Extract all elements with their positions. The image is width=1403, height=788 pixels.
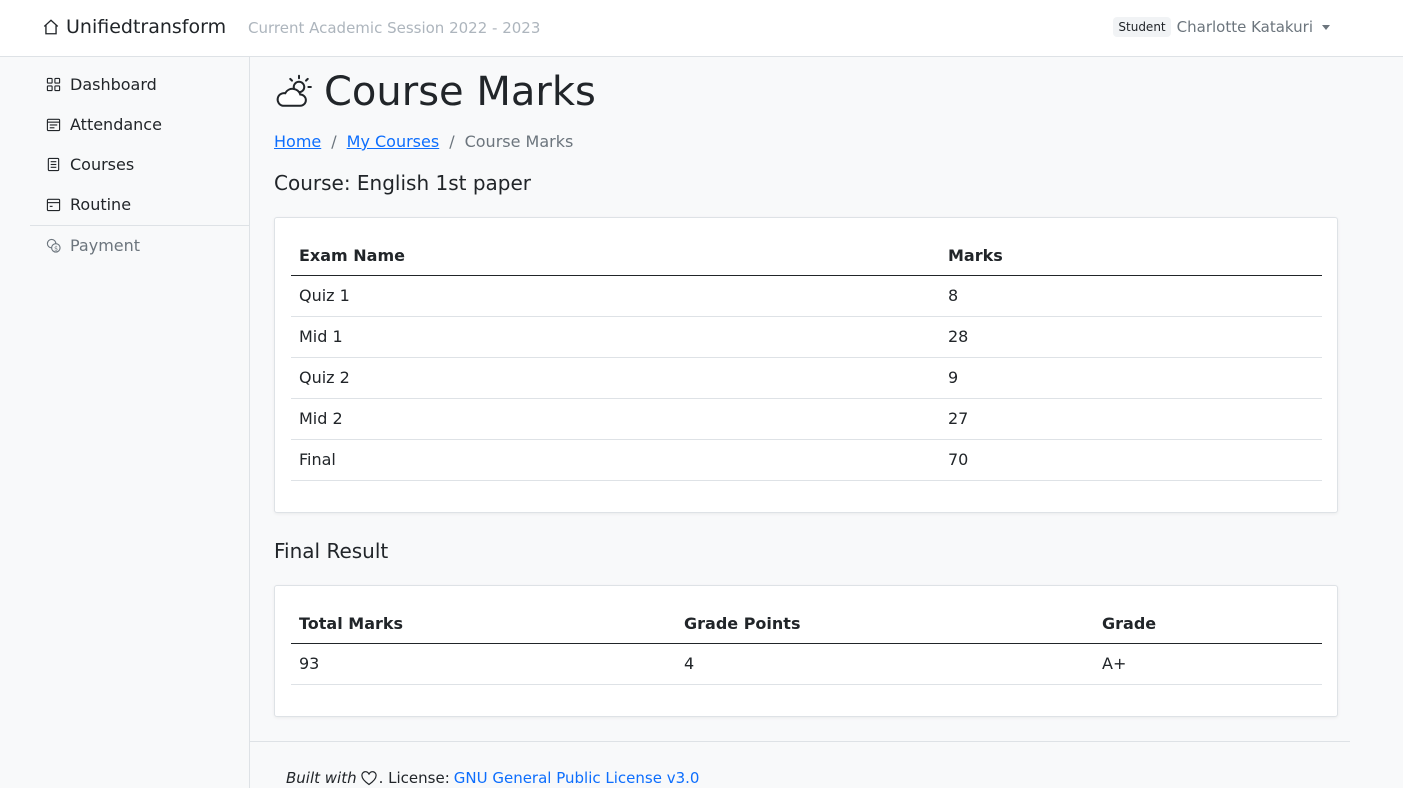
page-title-text: Course Marks	[324, 69, 596, 115]
table-header-row: Exam Name Marks	[291, 234, 1322, 276]
sidebar-item-label: Dashboard	[70, 75, 157, 94]
table-row: Quiz 1 8	[291, 275, 1322, 317]
sidebar-item-label: Courses	[70, 155, 135, 174]
course-heading: Course: English 1st paper	[274, 171, 532, 195]
breadcrumb-separator: /	[449, 132, 455, 151]
journal-icon	[47, 157, 60, 172]
license-link[interactable]: GNU General Public License v3.0	[454, 769, 700, 787]
total-marks-cell: 93	[291, 643, 676, 685]
license-prefix: . License:	[378, 769, 450, 787]
table-row: 93 4 A+	[291, 643, 1322, 685]
coin-icon: $	[46, 238, 61, 253]
breadcrumb: Home / My Courses / Course Marks	[274, 132, 573, 151]
chevron-down-icon[interactable]	[1322, 24, 1330, 30]
cloud-sun-icon	[276, 74, 312, 107]
sidebar-item-dashboard[interactable]: Dashboard	[46, 75, 157, 94]
calendar-check-icon	[46, 118, 61, 132]
svg-text:$: $	[54, 245, 58, 252]
user-menu[interactable]: Student Charlotte Katakuri	[1113, 17, 1330, 37]
marks-card: Exam Name Marks Quiz 1 8 Mid 1 28 Quiz 2…	[274, 217, 1338, 513]
sidebar-item-label: Routine	[70, 195, 132, 214]
marks-cell: 70	[940, 439, 1322, 481]
table-row: Quiz 2 9	[291, 357, 1322, 399]
marks-cell: 9	[940, 357, 1322, 399]
calendar-icon	[46, 198, 61, 212]
exam-name-cell: Final	[291, 439, 940, 481]
column-header-exam-name: Exam Name	[291, 234, 940, 276]
final-result-heading: Final Result	[274, 539, 389, 563]
table-row: Mid 1 28	[291, 316, 1322, 358]
grid-icon	[46, 77, 61, 92]
column-header-grade-points: Grade Points	[676, 602, 1094, 644]
footer: Built with . License: GNU General Public…	[250, 741, 1350, 787]
exam-name-cell: Quiz 1	[291, 275, 940, 317]
column-header-total-marks: Total Marks	[291, 602, 676, 644]
footer-text: Built with . License: GNU General Public…	[286, 769, 699, 787]
sidebar-item-routine[interactable]: Routine	[46, 195, 131, 214]
role-badge: Student	[1113, 17, 1171, 37]
page-title: Course Marks	[274, 69, 596, 115]
sidebar: Dashboard Attendance Courses Routine $ P…	[0, 57, 250, 788]
breadcrumb-my-courses[interactable]: My Courses	[347, 132, 440, 151]
brand-name: Unifiedtransform	[66, 16, 227, 38]
house-icon	[43, 19, 59, 35]
sidebar-item-attendance[interactable]: Attendance	[46, 115, 162, 134]
column-header-grade: Grade	[1094, 602, 1322, 644]
marks-cell: 8	[940, 275, 1322, 317]
column-header-marks: Marks	[940, 234, 1322, 276]
brand-link[interactable]: Unifiedtransform	[42, 16, 226, 38]
sidebar-item-courses[interactable]: Courses	[46, 155, 134, 174]
heart-icon	[360, 770, 377, 785]
marks-cell: 27	[940, 398, 1322, 440]
sidebar-item-label: Attendance	[70, 115, 162, 134]
marks-cell: 28	[940, 316, 1322, 358]
exam-name-cell: Mid 2	[291, 398, 940, 440]
top-navbar: Unifiedtransform Current Academic Sessio…	[0, 0, 1403, 57]
built-with-text: Built with	[286, 769, 357, 787]
final-result-table: Total Marks Grade Points Grade 93 4 A+	[291, 602, 1322, 685]
grade-points-cell: 4	[676, 643, 1094, 685]
exam-name-cell: Quiz 2	[291, 357, 940, 399]
final-result-card: Total Marks Grade Points Grade 93 4 A+	[274, 585, 1338, 717]
user-name[interactable]: Charlotte Katakuri	[1177, 18, 1313, 36]
marks-table: Exam Name Marks Quiz 1 8 Mid 1 28 Quiz 2…	[291, 234, 1322, 481]
main-content: Course Marks Home / My Courses / Course …	[250, 57, 1403, 788]
grade-cell: A+	[1094, 643, 1322, 685]
sidebar-item-label: Payment	[70, 236, 141, 255]
table-row: Mid 2 27	[291, 398, 1322, 440]
sidebar-divider	[30, 225, 249, 226]
table-header-row: Total Marks Grade Points Grade	[291, 602, 1322, 644]
academic-session: Current Academic Session 2022 - 2023	[248, 19, 541, 37]
table-row: Final 70	[291, 439, 1322, 481]
exam-name-cell: Mid 1	[291, 316, 940, 358]
breadcrumb-separator: /	[331, 132, 337, 151]
breadcrumb-current: Course Marks	[464, 132, 574, 151]
breadcrumb-home[interactable]: Home	[274, 132, 321, 151]
sidebar-item-payment[interactable]: $ Payment	[46, 236, 140, 255]
